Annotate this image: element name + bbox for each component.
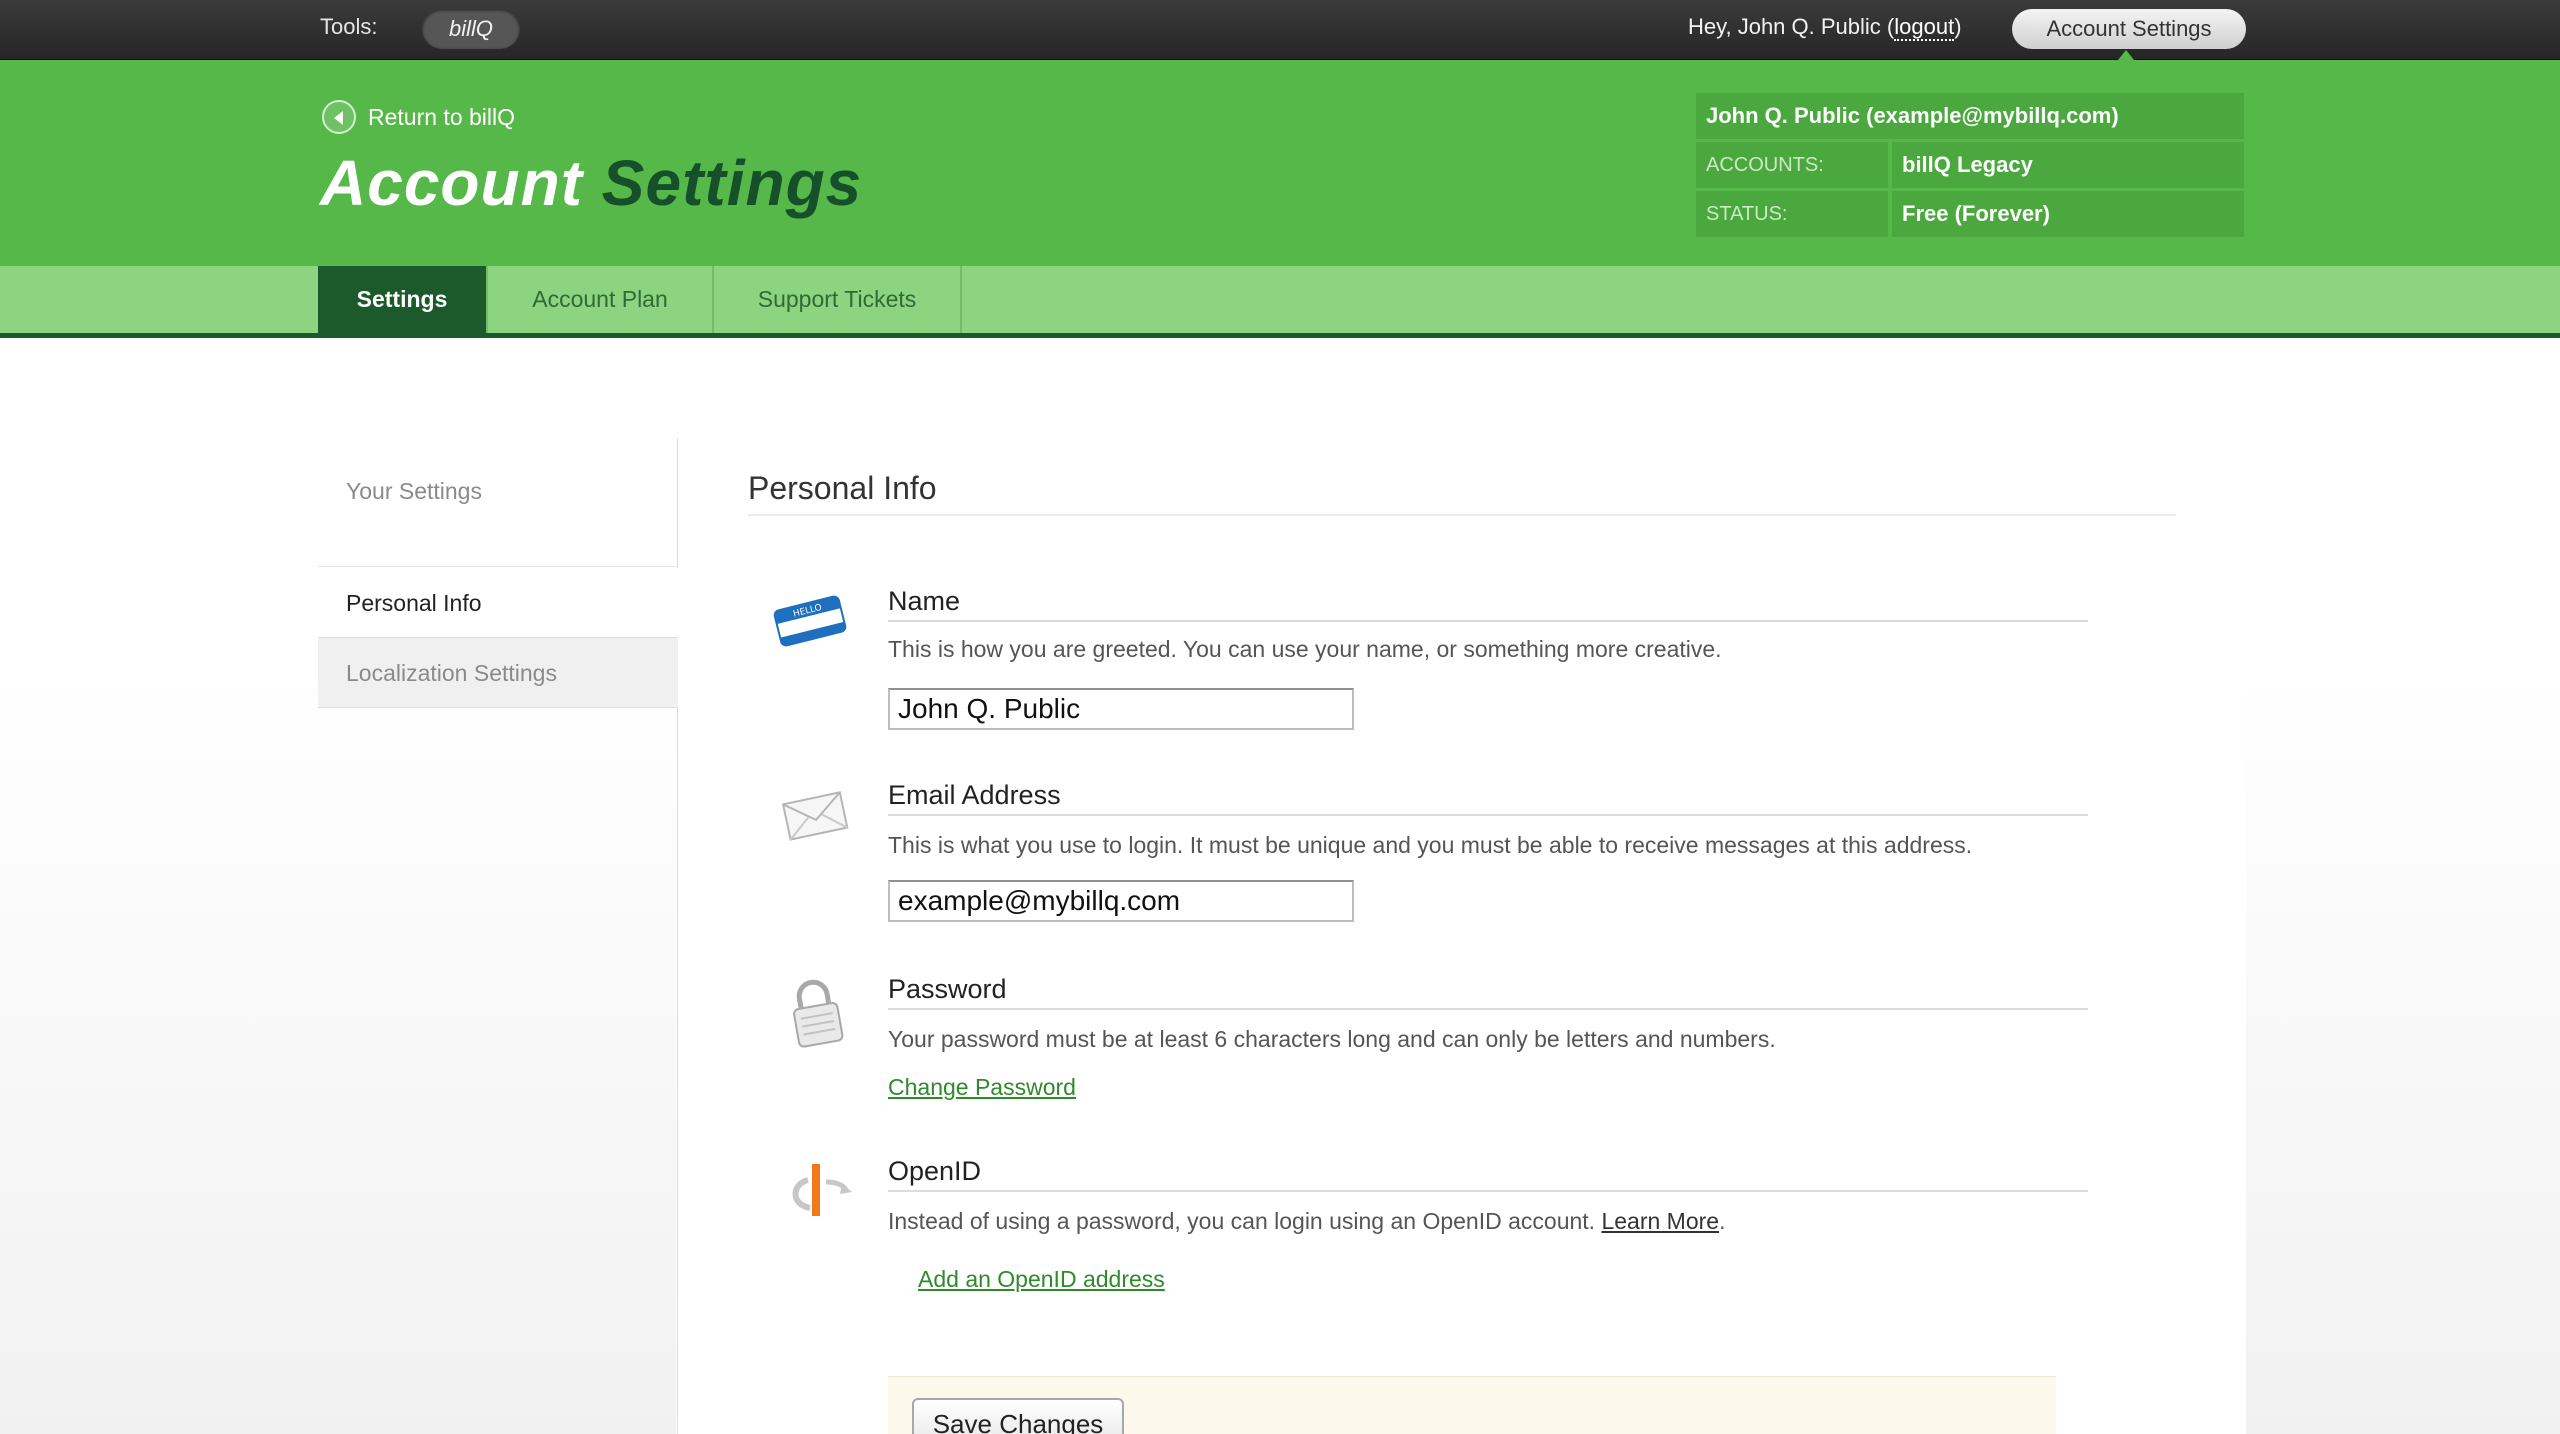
openid-description-text: Instead of using a password, you can log…: [888, 1208, 1596, 1234]
openid-field-divider: [888, 1190, 2088, 1192]
greeting-close: ): [1954, 14, 1962, 39]
name-tag-icon: HELLO: [773, 595, 847, 647]
account-user-line: John Q. Public (example@mybillq.com): [1696, 93, 2244, 139]
greeting-text: Hey, John Q. Public (: [1688, 14, 1895, 39]
password-field-divider: [888, 1008, 2088, 1010]
settings-sidebar: Your Settings Personal Info Localization…: [318, 438, 678, 1434]
account-settings-button[interactable]: Account Settings: [2012, 9, 2246, 49]
email-field-description: This is what you use to login. It must b…: [888, 832, 1973, 858]
active-caret-icon: [2118, 50, 2134, 60]
top-toolbar: Tools: billQ Hey, John Q. Public (logout…: [0, 0, 2560, 60]
tab-account-plan[interactable]: Account Plan: [488, 266, 714, 333]
sidebar-heading: Your Settings: [346, 478, 482, 504]
return-label: Return to billQ: [368, 103, 516, 130]
tabs: Settings Account Plan Support Tickets: [318, 266, 962, 333]
email-field-title: Email Address: [888, 780, 1061, 810]
back-arrow-icon: [322, 100, 356, 134]
tab-settings[interactable]: Settings: [318, 266, 488, 333]
password-field-description: Your password must be at least 6 charact…: [888, 1026, 1776, 1052]
save-changes-button[interactable]: Save Changes: [912, 1398, 1124, 1434]
email-field-divider: [888, 814, 2088, 816]
tab-bar: Settings Account Plan Support Tickets: [0, 266, 2560, 338]
return-to-billq-link[interactable]: Return to billQ: [322, 100, 515, 134]
password-field-title: Password: [888, 974, 1007, 1004]
name-field-title: Name: [888, 586, 961, 616]
page-title-word-2: Settings: [601, 147, 863, 219]
page-header: Return to billQ Account Settings John Q.…: [0, 60, 2560, 266]
add-openid-link[interactable]: Add an OpenID address: [918, 1266, 1165, 1293]
user-greeting: Hey, John Q. Public (logout): [1688, 14, 1962, 41]
page-title: Account Settings: [320, 146, 862, 220]
section-divider: [748, 514, 2176, 516]
accounts-value: billQ Legacy: [1892, 142, 2244, 188]
tool-billq-button[interactable]: billQ: [422, 9, 520, 49]
accounts-label: ACCOUNTS:: [1696, 142, 1892, 188]
sidebar-divider: [318, 566, 678, 567]
name-input[interactable]: [888, 688, 1354, 730]
openid-icon: [792, 1164, 852, 1216]
sidebar-item-localization-settings[interactable]: Localization Settings: [318, 638, 678, 708]
logout-link[interactable]: logout: [1894, 14, 1955, 41]
email-input[interactable]: [888, 880, 1354, 922]
account-info-table: John Q. Public (example@mybillq.com) ACC…: [1696, 90, 2244, 240]
sidebar-item-personal-info[interactable]: Personal Info: [318, 568, 678, 638]
section-title: Personal Info: [748, 470, 937, 506]
lock-icon: [793, 979, 844, 1048]
status-value: Free (Forever): [1892, 191, 2244, 237]
envelope-icon: [781, 791, 849, 841]
openid-field-description: Instead of using a password, you can log…: [888, 1208, 1726, 1234]
learn-more-link[interactable]: Learn More: [1601, 1208, 1719, 1234]
tools-label: Tools:: [320, 14, 378, 39]
openid-field-title: OpenID: [888, 1156, 982, 1186]
name-field-divider: [888, 620, 2088, 622]
change-password-link[interactable]: Change Password: [888, 1074, 1076, 1101]
name-field-description: This is how you are greeted. You can use…: [888, 636, 1722, 662]
tab-support-tickets[interactable]: Support Tickets: [714, 266, 962, 333]
page-title-word-1: Account: [320, 147, 583, 219]
status-label: STATUS:: [1696, 191, 1892, 237]
